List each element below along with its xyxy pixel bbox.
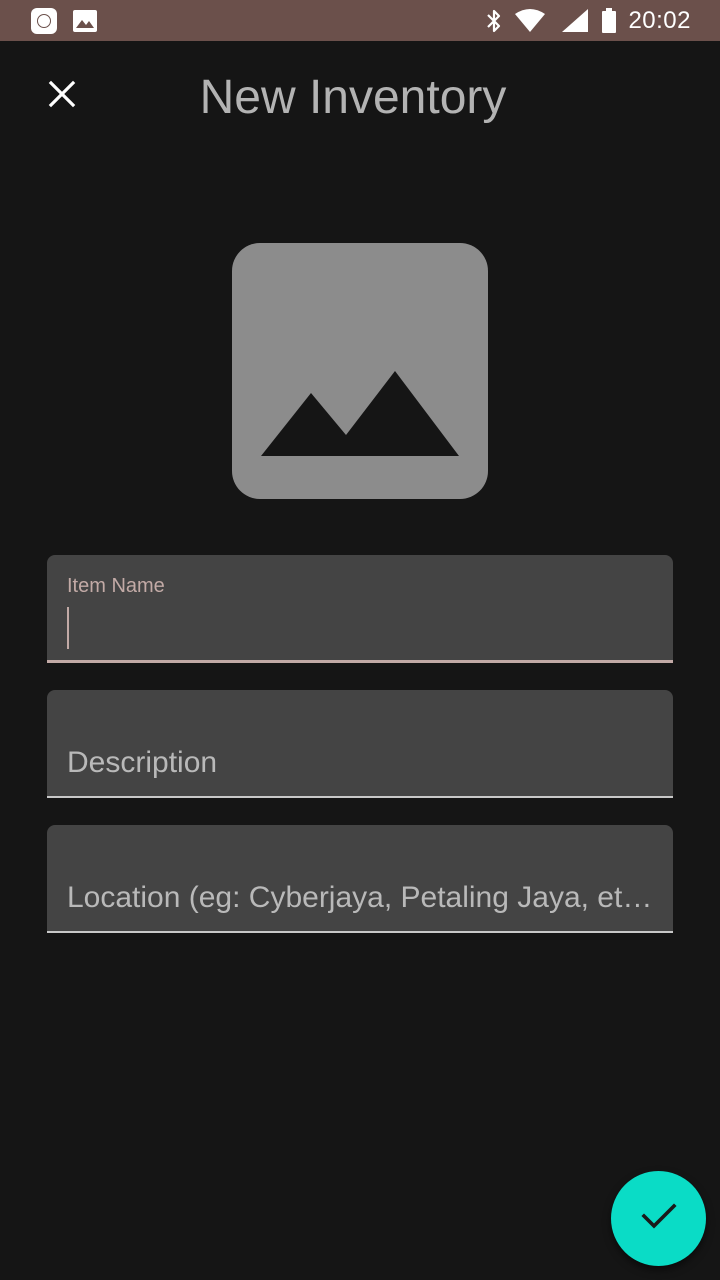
- text-cursor: [67, 607, 69, 649]
- location-field[interactable]: Location (eg: Cyberjaya, Petaling Jaya, …: [47, 825, 673, 933]
- location-placeholder: Location (eg: Cyberjaya, Petaling Jaya, …: [67, 881, 653, 914]
- item-name-field[interactable]: Item Name: [47, 555, 673, 663]
- item-name-label: Item Name: [67, 575, 165, 597]
- description-field[interactable]: Description: [47, 690, 673, 798]
- image-notification-icon: [72, 8, 98, 34]
- new-inventory-screen: 20:02 New Inventory Item Name Descriptio…: [0, 0, 720, 1280]
- battery-icon: [601, 8, 617, 39]
- check-icon: [640, 1202, 677, 1235]
- image-picker[interactable]: [232, 243, 488, 499]
- description-placeholder: Description: [67, 746, 218, 779]
- image-placeholder-icon: [232, 243, 488, 499]
- bluetooth-icon: [484, 8, 504, 39]
- status-time: 20:02: [628, 7, 691, 34]
- app-notification-icon: [31, 8, 57, 34]
- save-button[interactable]: [611, 1171, 706, 1266]
- page-title: New Inventory: [199, 71, 507, 124]
- cell-signal-icon: [561, 8, 589, 39]
- status-bar: 20:02: [0, 0, 720, 41]
- wifi-icon: [514, 8, 546, 39]
